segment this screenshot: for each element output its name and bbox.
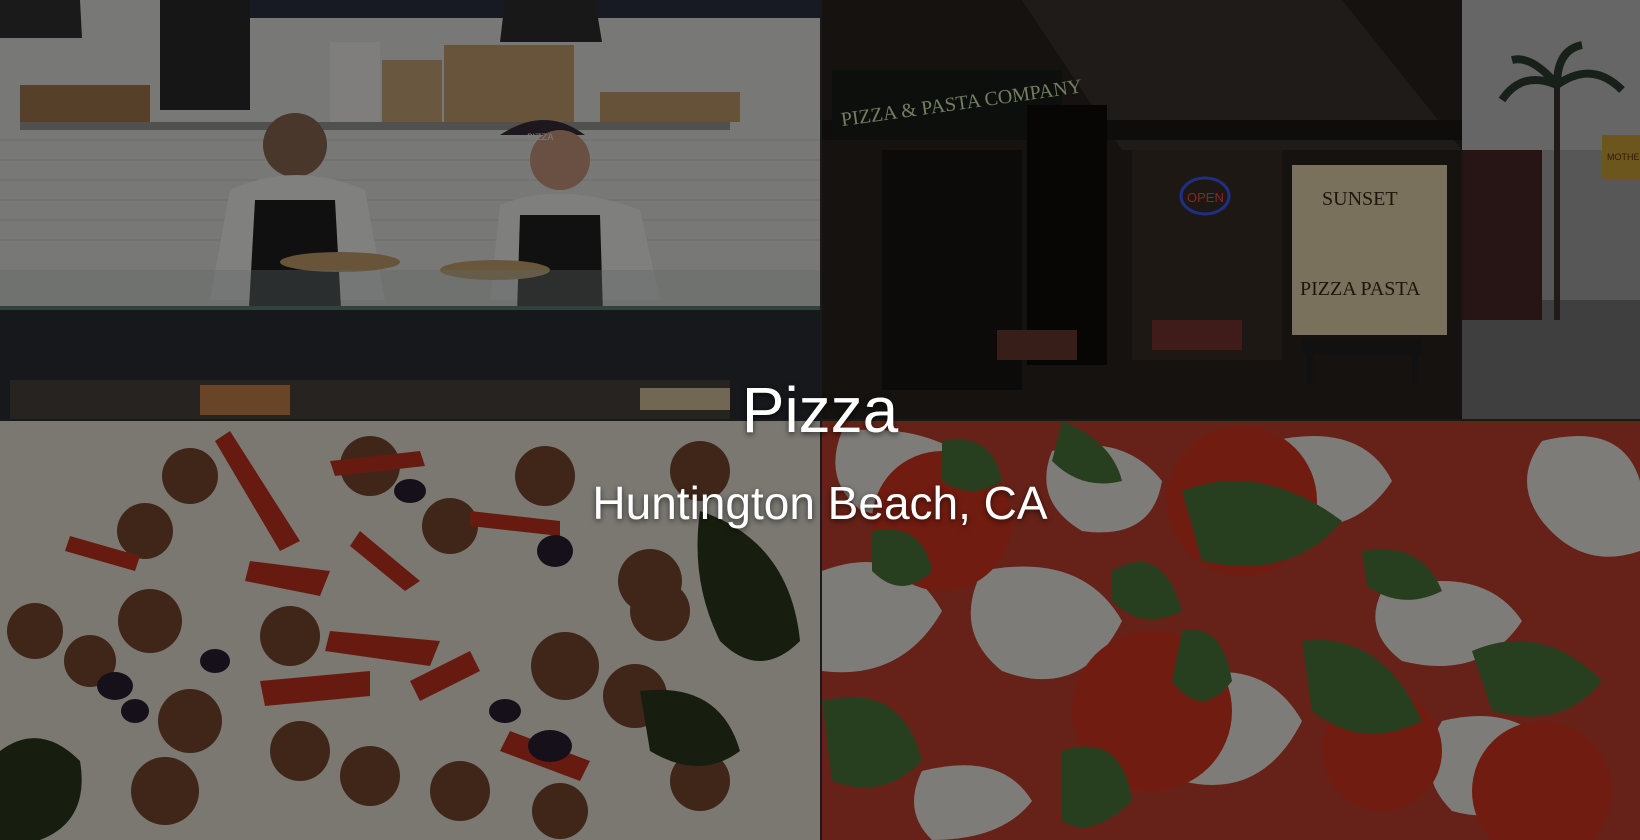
sign-right-top: SUNSET: [1322, 188, 1398, 210]
hero-title: Pizza: [741, 374, 899, 446]
neighbor-sign: MOTHER'S: [1607, 152, 1640, 162]
sign-right-bottom: PIZZA PASTA: [1300, 278, 1421, 300]
neon-open: OPEN: [1187, 190, 1224, 205]
storefront-photo: PIZZA & PASTA COMPANY OPEN SUNSET PIZZA …: [822, 0, 1640, 419]
hero-subtitle: Huntington Beach, CA: [592, 477, 1048, 529]
cap-text: PIZZA: [527, 133, 554, 143]
kitchen-photo: PIZZA: [0, 0, 820, 419]
